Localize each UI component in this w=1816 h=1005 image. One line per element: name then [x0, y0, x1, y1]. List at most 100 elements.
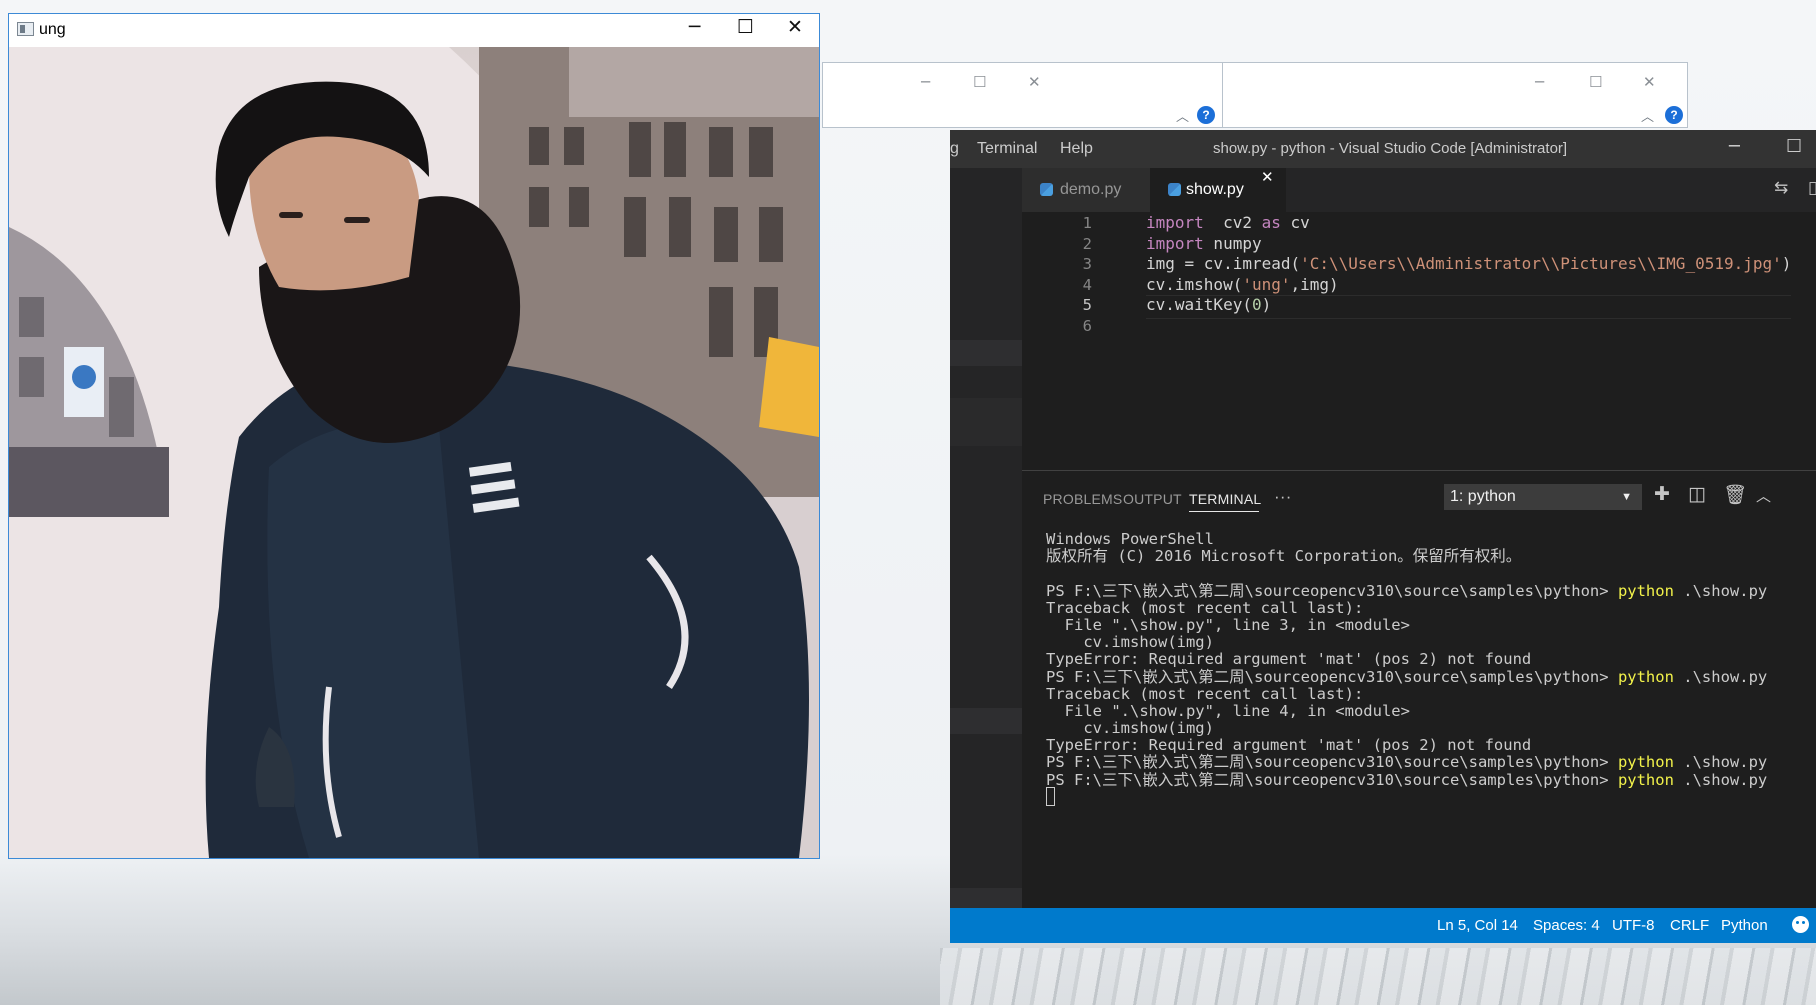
close-icon[interactable]: ✕ — [1028, 73, 1041, 91]
maximize-icon[interactable]: ☐ — [973, 73, 986, 91]
photo-illustration — [9, 47, 819, 858]
feedback-smiley-icon[interactable] — [1792, 916, 1809, 933]
open-changes-icon[interactable]: ⇆ — [1774, 178, 1788, 198]
line-number: 4 — [1082, 275, 1092, 294]
terminal-line: PS F:\三下\嵌入式\第二周\sourceopencv310\source\… — [1046, 770, 1767, 789]
displayed-photo — [9, 47, 819, 858]
close-icon[interactable]: ✕ — [1643, 73, 1656, 91]
help-icon[interactable]: ? — [1197, 106, 1215, 124]
chevron-up-icon[interactable]: ︿ — [1176, 106, 1189, 125]
sidebar-item[interactable] — [950, 398, 1022, 446]
tab-output[interactable]: OUTPUT — [1123, 491, 1182, 507]
terminal-line: TypeError: Required argument 'mat' (pos … — [1046, 649, 1767, 669]
minimize-icon[interactable]: ─ — [689, 16, 700, 38]
image-window-title: ung — [39, 21, 66, 38]
chevron-up-icon[interactable]: ︿ — [1641, 106, 1654, 125]
code-keyword: as — [1261, 213, 1281, 232]
split-editor-icon[interactable]: ◫ — [1808, 178, 1816, 198]
close-icon[interactable]: ✕ — [787, 16, 803, 38]
vscode-window: g Terminal Help show.py - python - Visua… — [950, 130, 1816, 943]
tab-terminal[interactable]: TERMINAL — [1189, 491, 1261, 507]
code-text: ) — [1261, 295, 1272, 315]
terminal-line: PS F:\三下\嵌入式\第二周\sourceopencv310\source\… — [1046, 581, 1768, 600]
terminal-text: PS F:\三下\嵌入式\第二周\sourceopencv310\source\… — [1046, 770, 1618, 789]
background-window-2[interactable]: ─ ☐ ✕ ︿ ? — [1222, 62, 1688, 128]
terminal-select[interactable]: 1: python ▼ — [1444, 484, 1642, 510]
tab-problems[interactable]: PROBLEMS — [1043, 491, 1122, 507]
code-text: numpy — [1203, 233, 1262, 253]
menu-go[interactable]: g — [950, 140, 959, 158]
status-indentation[interactable]: Spaces: 4 — [1533, 917, 1600, 934]
status-language[interactable]: Python — [1721, 917, 1768, 934]
code-line[interactable]: img = cv.imread('C:\\Users\\Administrato… — [1146, 254, 1791, 273]
close-tab-icon[interactable]: ✕ — [1261, 168, 1274, 186]
python-file-icon — [1040, 183, 1053, 196]
terminal-text: TypeError: Required argument 'mat' (pos … — [1046, 650, 1532, 669]
chevron-down-icon: ▼ — [1621, 491, 1632, 503]
line-number: 3 — [1082, 255, 1092, 274]
terminal-line: Windows PowerShell — [1046, 529, 1767, 548]
editor-tab-bar: demo.py show.py ✕ ⇆ ◫ — [1022, 168, 1816, 212]
maximize-icon[interactable]: ☐ — [1589, 73, 1602, 91]
terminal-command: python — [1617, 667, 1674, 686]
background-window-1[interactable]: ─ ☐ ✕ ︿ ? — [822, 62, 1224, 128]
code-line[interactable]: cv.imshow('ung',img) — [1146, 275, 1339, 294]
terminal-text: .\show.py — [1673, 753, 1768, 772]
menu-terminal[interactable]: Terminal — [977, 140, 1037, 158]
terminal-text: PS F:\三下\嵌入式\第二周\sourceopencv310\source\… — [1046, 667, 1618, 686]
code-text: img = cv.imread( — [1146, 254, 1301, 274]
line-number: 6 — [1082, 317, 1092, 335]
code-keyword: import — [1146, 233, 1204, 253]
vscode-title-bar: g Terminal Help show.py - python - Visua… — [950, 130, 1816, 168]
menu-help[interactable]: Help — [1060, 140, 1093, 158]
code-string: 'ung' — [1242, 274, 1291, 294]
terminal-line: cv.imshow(img) — [1046, 718, 1767, 737]
split-terminal-icon[interactable]: ◫ — [1688, 483, 1706, 505]
app-icon — [17, 22, 34, 36]
terminal-output[interactable]: Windows PowerShell 版权所有 (C) 2016 Microsof… — [1046, 529, 1767, 807]
status-cursor-position[interactable]: Ln 5, Col 14 — [1437, 917, 1518, 934]
code-editor[interactable]: 1 import cv2 as cv 2 import numpy 3 img = cv.… — [1022, 212, 1816, 470]
image-window[interactable]: ung ─ ☐ ✕ — [8, 13, 820, 859]
terminal-line: Traceback (most recent call last): — [1046, 684, 1767, 703]
maximize-icon[interactable]: ☐ — [1786, 136, 1802, 157]
code-keyword: import — [1146, 213, 1204, 232]
tab-label: demo.py — [1060, 181, 1122, 198]
terminal-text: .\show.py — [1673, 581, 1768, 600]
minimize-icon[interactable]: ─ — [1535, 73, 1544, 91]
code-text: ) — [1781, 254, 1792, 274]
minimize-icon[interactable]: ─ — [1729, 136, 1740, 157]
trash-icon[interactable]: 🗑 — [1723, 483, 1747, 506]
status-eol[interactable]: CRLF — [1670, 917, 1709, 934]
sidebar-item[interactable] — [950, 708, 1022, 734]
code-text: cv.waitKey( — [1146, 295, 1252, 315]
code-line[interactable]: import numpy — [1146, 234, 1262, 253]
maximize-icon[interactable]: ☐ — [737, 16, 754, 38]
terminal-line: File ".\show.py", line 3, in <module> — [1046, 615, 1767, 634]
terminal-text: PS F:\三下\嵌入式\第二周\sourceopencv310\source\… — [1046, 753, 1618, 772]
image-window-title-bar[interactable]: ung ─ ☐ ✕ — [9, 14, 819, 47]
tab-demo-py[interactable]: demo.py — [1022, 168, 1150, 212]
sidebar-item[interactable] — [950, 888, 1022, 910]
terminal-text: 版权所有 (C) 2016 Microsoft Corporation。保留所有… — [1046, 547, 1522, 566]
line-number: 5 — [1082, 296, 1092, 315]
minimize-icon[interactable]: ─ — [921, 73, 930, 91]
code-line[interactable]: import cv2 as cv — [1146, 213, 1310, 232]
code-number: 0 — [1251, 295, 1262, 315]
terminal-text: .\show.py — [1673, 667, 1768, 686]
desktop-snow — [940, 948, 1816, 1005]
status-encoding[interactable]: UTF-8 — [1612, 917, 1655, 934]
chevron-up-icon[interactable]: ︿ — [1756, 485, 1771, 506]
more-icon[interactable]: ··· — [1274, 487, 1292, 507]
sidebar-item[interactable] — [950, 340, 1022, 366]
help-icon[interactable]: ? — [1665, 106, 1683, 124]
code-line[interactable]: cv.waitKey(0) — [1146, 295, 1271, 314]
terminal-text: PS F:\三下\嵌入式\第二周\sourceopencv310\source\… — [1046, 581, 1618, 600]
tab-show-py[interactable]: show.py ✕ — [1150, 168, 1286, 212]
active-tab-underline — [1189, 511, 1259, 512]
new-terminal-icon[interactable]: ✚ — [1654, 483, 1670, 505]
terminal-command: python — [1617, 581, 1674, 600]
bottom-panel: PROBLEMS OUTPUT TERMINAL ··· 1: python ▼… — [1022, 470, 1816, 908]
window-title: show.py - python - Visual Studio Code [A… — [1213, 140, 1568, 157]
